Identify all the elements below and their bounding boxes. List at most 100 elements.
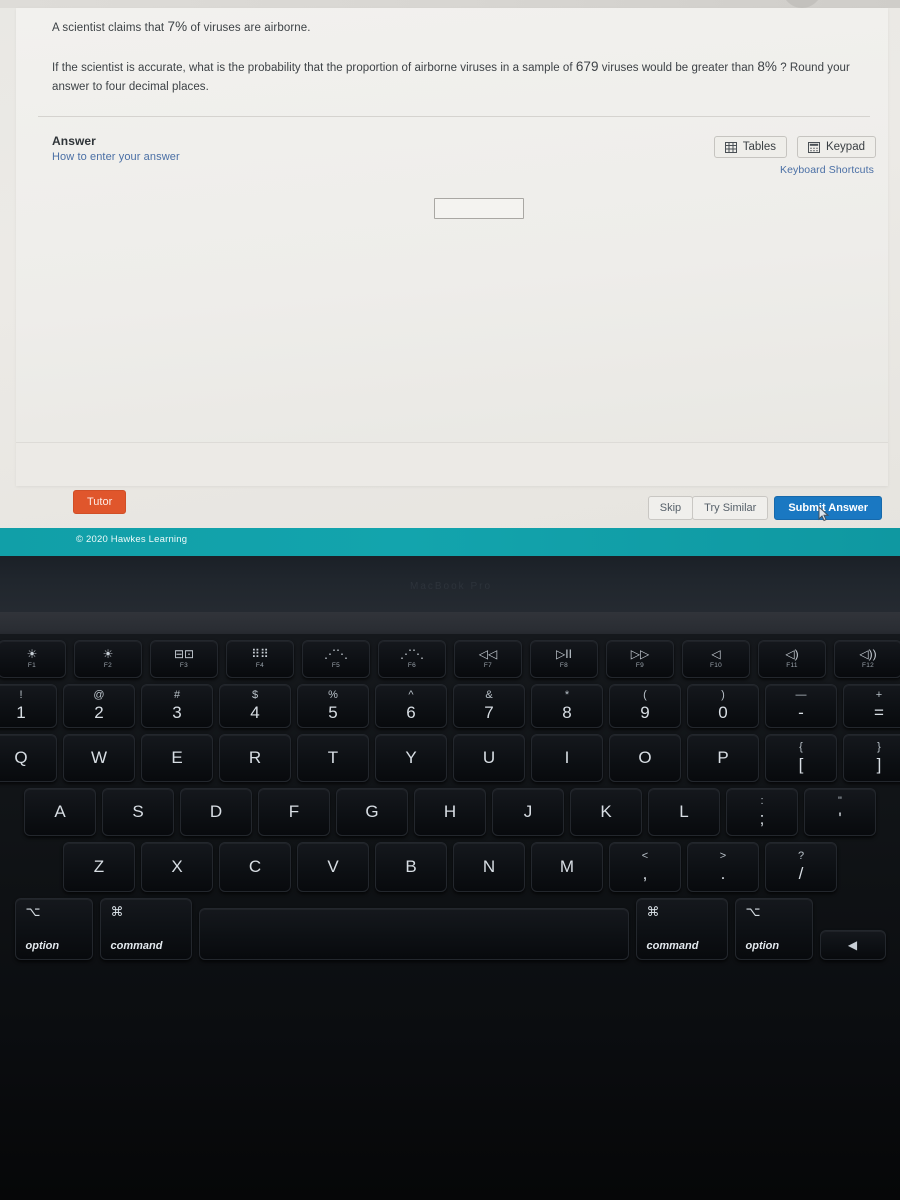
key-m[interactable]: M (531, 842, 603, 892)
brightness-low-icon: ☀ (26, 647, 38, 661)
key-f9[interactable]: ▷▷ F9 (606, 640, 674, 678)
card-action-bar (16, 442, 888, 486)
key-f[interactable]: F (258, 788, 330, 836)
key-h[interactable]: H (414, 788, 486, 836)
try-similar-button[interactable]: Try Similar (692, 496, 769, 520)
key-z[interactable]: Z (63, 842, 135, 892)
calculator-keypad-icon (807, 141, 820, 153)
key-option-right[interactable]: ⌥ option (734, 898, 813, 960)
key-8[interactable]: * 8 (531, 684, 603, 728)
keyboard-backlight-up-icon: ⋰⋱ (400, 647, 424, 661)
key-f11[interactable]: ◁) F11 (758, 640, 826, 678)
key-q[interactable]: Q (0, 734, 57, 782)
key-1[interactable]: ! 1 (0, 684, 57, 728)
keypad-button[interactable]: Keypad (796, 136, 876, 158)
key-sym[interactable]: ? / (765, 842, 837, 892)
keyboard-function-row: ☀ F1 ☀ F2 ⊟⊡ F3 ⠿⠿ F4 ⋰⋱ F5 ⋰⋱ F6 ◁◁ F7 ▷II F8 ▷▷ F9 ◁ F10 ◁… (0, 640, 900, 678)
key-g[interactable]: G (336, 788, 408, 836)
key-f2[interactable]: ☀ F2 (74, 640, 142, 678)
key-sym[interactable]: — - (765, 684, 837, 728)
tutor-button[interactable]: Tutor (73, 490, 127, 514)
key-arrow-left[interactable]: ◀ (819, 930, 886, 960)
key-p[interactable]: P (687, 734, 759, 782)
key-f7[interactable]: ◁◁ F7 (454, 640, 522, 678)
laptop-hinge: MacBook Pro (0, 556, 900, 618)
site-footer-bar: © 2020 Hawkes Learning (0, 528, 900, 556)
tables-button[interactable]: Tables (713, 136, 787, 158)
keyboard-bottom-letter-row: Z X C V B N M <, >.? / (0, 842, 900, 892)
key-v[interactable]: V (297, 842, 369, 892)
fast-forward-icon: ▷▷ (630, 647, 650, 661)
key-5[interactable]: % 5 (297, 684, 369, 728)
key-w[interactable]: W (63, 734, 135, 782)
key-s[interactable]: S (102, 788, 174, 836)
key-y[interactable]: Y (375, 734, 447, 782)
brightness-high-icon: ☀ (102, 647, 114, 661)
key-f3[interactable]: ⊟⊡ F3 (150, 640, 218, 678)
play-pause-icon: ▷II (556, 647, 572, 661)
action-buttons: Skip Try Similar Submit Answer (647, 496, 882, 520)
keyboard-shortcuts-link[interactable]: Keyboard Shortcuts (780, 164, 874, 176)
key-0[interactable]: ) 0 (687, 684, 759, 728)
key-j[interactable]: J (492, 788, 564, 836)
question-line1-value: 7 (167, 19, 176, 34)
key-f4[interactable]: ⠿⠿ F4 (226, 640, 294, 678)
key-2[interactable]: @2 (63, 684, 135, 728)
key-option-left[interactable]: ⌥ option (14, 898, 93, 960)
key-9[interactable]: (9 (609, 684, 681, 728)
submit-answer-button[interactable]: Submit Answer (774, 496, 882, 520)
key-x[interactable]: X (141, 842, 213, 892)
keyboard-modifier-row: ⌥ option ⌘ command ⌘ command ⌥ option ◀ (0, 898, 900, 960)
answer-header: Answer How to enter your answer (52, 134, 180, 163)
question-threshold-percent: % (764, 59, 777, 74)
question-line-1: A scientist claims that 7% of viruses ar… (38, 18, 872, 37)
key-sym[interactable]: + = (843, 684, 900, 728)
key-u[interactable]: U (453, 734, 525, 782)
answer-title: Answer (52, 134, 96, 148)
question-sample-size: 679 (575, 59, 599, 74)
key-e[interactable]: E (141, 734, 213, 782)
key-b[interactable]: B (375, 842, 447, 892)
question-para-part2: viruses would be greater than (598, 62, 758, 74)
key-f12[interactable]: ◁)) F12 (834, 640, 900, 678)
command-symbol-icon: ⌘ (646, 904, 660, 919)
key-o[interactable]: O (609, 734, 681, 782)
section-divider (38, 116, 870, 117)
key-sym[interactable]: }] (843, 734, 900, 782)
key-f10[interactable]: ◁ F10 (682, 640, 750, 678)
key-r[interactable]: R (219, 734, 291, 782)
key-sym[interactable]: <, (609, 842, 681, 892)
key-f5[interactable]: ⋰⋱ F5 (302, 640, 370, 678)
key-3[interactable]: #3 (141, 684, 213, 728)
key-4[interactable]: $4 (219, 684, 291, 728)
key-sym[interactable]: " ' (804, 788, 876, 836)
key-f1[interactable]: ☀ F1 (0, 640, 66, 678)
tool-buttons: Tables Keypad (713, 136, 876, 158)
key-sym[interactable]: {[ (765, 734, 837, 782)
key-f6[interactable]: ⋰⋱ F6 (378, 640, 446, 678)
key-6[interactable]: ^ 6 (375, 684, 447, 728)
key-i[interactable]: I (531, 734, 603, 782)
copyright-text: © 2020 Hawkes Learning (76, 534, 188, 545)
key-spacebar[interactable] (198, 908, 629, 960)
skip-button[interactable]: Skip (647, 496, 694, 520)
key-a[interactable]: A (24, 788, 96, 836)
answer-input-field[interactable] (435, 199, 523, 219)
key-command-right[interactable]: ⌘ command (635, 898, 728, 960)
how-to-enter-answer-link[interactable]: How to enter your answer (52, 151, 180, 163)
key-c[interactable]: C (219, 842, 291, 892)
key-k[interactable]: K (570, 788, 642, 836)
answer-input-box[interactable] (434, 198, 524, 219)
key-command-left[interactable]: ⌘ command (99, 898, 192, 960)
key-sym[interactable]: >. (687, 842, 759, 892)
key-n[interactable]: N (453, 842, 525, 892)
key-sym[interactable]: :; (726, 788, 798, 836)
volume-up-icon: ◁)) (859, 647, 877, 661)
question-line1-suffix: of viruses are airborne. (187, 22, 311, 34)
key-d[interactable]: D (180, 788, 252, 836)
key-f8[interactable]: ▷II F8 (530, 640, 598, 678)
key-l[interactable]: L (648, 788, 720, 836)
keyboard-number-row: ! 1 @2 #3 $4% 5 ^ 6 & 7 * 8(9) 0— - + = (0, 684, 900, 728)
key-t[interactable]: T (297, 734, 369, 782)
key-7[interactable]: & 7 (453, 684, 525, 728)
